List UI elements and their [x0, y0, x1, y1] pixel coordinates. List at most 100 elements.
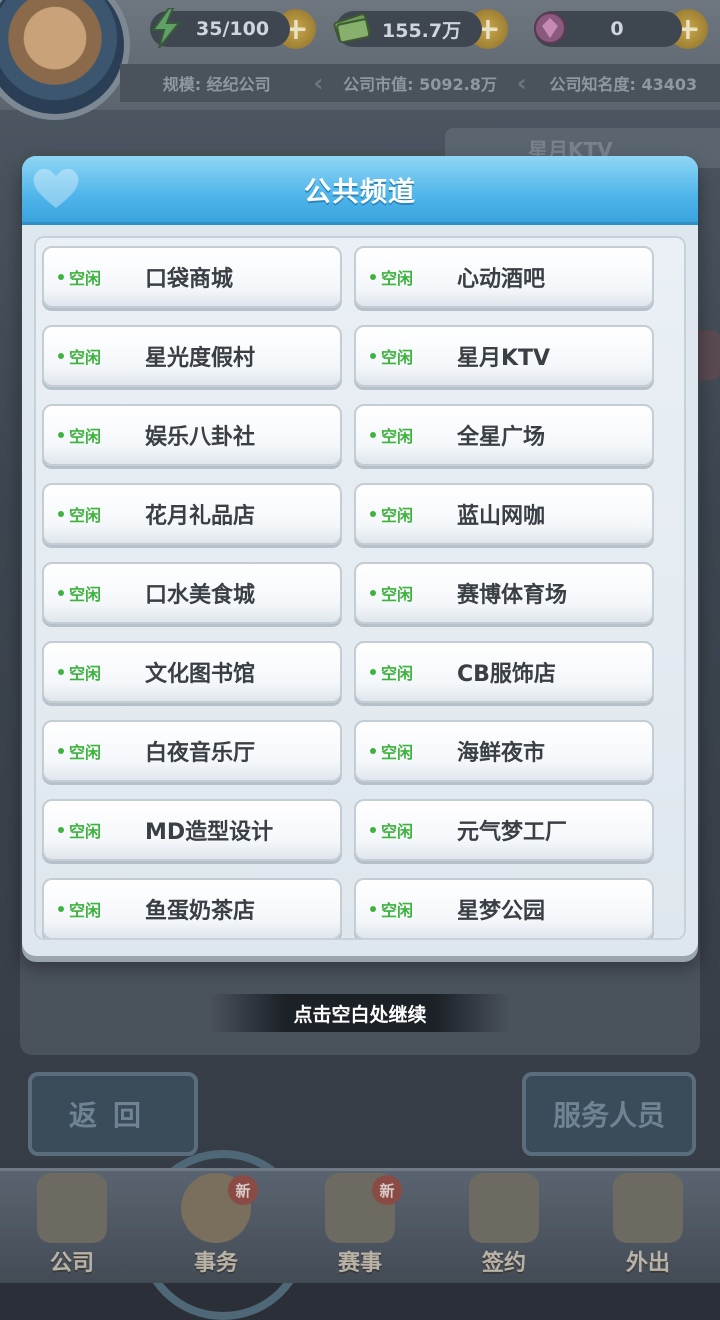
tap-to-continue-hint: 点击空白处继续	[210, 994, 510, 1032]
status-dot-icon	[58, 669, 64, 675]
channel-status: 空闲	[381, 901, 414, 920]
status-dot-icon	[58, 511, 64, 517]
nav-label: 赛事	[337, 1251, 382, 1276]
channel-status: 空闲	[381, 585, 414, 604]
nav-affairs[interactable]: 新 事务	[156, 1171, 276, 1283]
lightning-icon	[144, 5, 188, 51]
channel-item[interactable]: 空闲 文化图书馆	[42, 641, 342, 703]
new-badge: 新	[228, 1175, 258, 1205]
company-market-value: 公司市值: 5092.8万	[343, 75, 497, 94]
status-dot-icon	[58, 432, 64, 438]
nav-go-out[interactable]: 外出	[588, 1171, 708, 1283]
channel-status: 空闲	[381, 506, 414, 525]
channel-list[interactable]: 空闲 口袋商城 空闲 心动酒吧 空闲 星光度假村 空闲 星月KTV 空闲 娱乐八卦社 空闲 全星广场空…	[36, 238, 684, 938]
door-exit-icon	[613, 1173, 683, 1243]
status-dot-icon	[370, 827, 376, 833]
channel-name: 蓝山网咖	[457, 504, 546, 529]
channel-name: 口水美食城	[145, 583, 256, 608]
channel-name: 花月礼品店	[145, 504, 256, 529]
public-channel-dialog: 公共频道 空闲 口袋商城 空闲 心动酒吧 空闲 星光度假村 空闲 星月KTV 空闲 娱乐八卦社 空闲…	[22, 156, 698, 956]
energy-resource: 35/100 +	[150, 8, 316, 50]
channel-status: 空闲	[69, 822, 102, 841]
nav-label: 签约	[481, 1251, 526, 1276]
back-button[interactable]: 返回	[28, 1072, 198, 1156]
channel-name: 全星广场	[457, 425, 546, 450]
channel-item[interactable]: 空闲 星月KTV	[354, 325, 654, 387]
top-hud: 35/100 + 155.7万 + 0 + 规模: 经纪公司 ‹ 公司市值: 5…	[0, 0, 720, 120]
separator-chevron-icon: ‹	[313, 69, 324, 97]
channel-item[interactable]: 空闲 心动酒吧	[354, 246, 654, 308]
service-staff-button[interactable]: 服务人员	[522, 1072, 696, 1156]
channel-name: 白夜音乐厅	[145, 741, 256, 766]
channel-status: 空闲	[381, 743, 414, 762]
status-dot-icon	[370, 353, 376, 359]
company-building-icon	[37, 1173, 107, 1243]
channel-status: 空闲	[69, 427, 102, 446]
channel-name: MD造型设计	[145, 820, 274, 845]
nav-company[interactable]: 公司	[12, 1171, 132, 1283]
channel-name: 口袋商城	[145, 267, 234, 292]
bottom-navigation: 公司 新 事务 新 赛事 签约 外出	[0, 1168, 720, 1283]
channel-name: 海鲜夜市	[457, 741, 546, 766]
energy-value: 35/100	[196, 18, 270, 40]
channel-status: 空闲	[69, 269, 102, 288]
channel-status: 空闲	[381, 822, 414, 841]
channel-status: 空闲	[69, 585, 102, 604]
company-info-bar: 规模: 经纪公司 ‹ 公司市值: 5092.8万 ‹ 公司知名度: 43403	[120, 64, 720, 102]
channel-name: 鱼蛋奶茶店	[145, 899, 256, 924]
gem-icon	[528, 5, 572, 51]
nav-label: 事务	[193, 1251, 238, 1276]
channel-name: CB服饰店	[457, 662, 556, 687]
status-dot-icon	[370, 274, 376, 280]
dialog-title: 公共频道	[304, 176, 416, 208]
channel-item[interactable]: 空闲 鱼蛋奶茶店	[42, 878, 342, 938]
channel-item[interactable]: 空闲 MD造型设计	[42, 799, 342, 861]
channel-item[interactable]: 空闲 星梦公园	[354, 878, 654, 938]
status-dot-icon	[58, 748, 64, 754]
channel-item[interactable]: 空闲 元气梦工厂	[354, 799, 654, 861]
channel-name: 星光度假村	[145, 346, 256, 371]
status-dot-icon	[58, 827, 64, 833]
nav-sign[interactable]: 签约	[444, 1171, 564, 1283]
channel-item[interactable]: 空闲 CB服饰店	[354, 641, 654, 703]
dialog-header: 公共频道	[22, 156, 698, 225]
company-fame: 公司知名度: 43403	[549, 75, 698, 94]
channel-status: 空闲	[69, 743, 102, 762]
channel-item[interactable]: 空闲 娱乐八卦社	[42, 404, 342, 466]
channel-item[interactable]: 空闲 星光度假村	[42, 325, 342, 387]
channel-name: 心动酒吧	[457, 267, 546, 292]
channel-item[interactable]: 空闲 蓝山网咖	[354, 483, 654, 545]
gem-value: 0	[610, 18, 624, 40]
company-scale: 规模: 经纪公司	[162, 75, 271, 94]
channel-name: 星梦公园	[457, 899, 546, 924]
new-badge: 新	[372, 1175, 402, 1205]
status-dot-icon	[370, 748, 376, 754]
channel-item[interactable]: 空闲 花月礼品店	[42, 483, 342, 545]
separator-chevron-icon: ‹	[516, 69, 527, 97]
channel-item[interactable]: 空闲 海鲜夜市	[354, 720, 654, 782]
player-avatar[interactable]	[0, 0, 130, 120]
status-dot-icon	[370, 432, 376, 438]
channel-name: 赛博体育场	[457, 583, 568, 608]
nav-events[interactable]: 新 赛事	[300, 1171, 420, 1283]
channel-status: 空闲	[381, 427, 414, 446]
status-dot-icon	[370, 590, 376, 596]
channel-status: 空闲	[69, 901, 102, 920]
channel-item[interactable]: 空闲 口袋商城	[42, 246, 342, 308]
gem-resource: 0 +	[534, 8, 708, 50]
channel-item[interactable]: 空闲 全星广场	[354, 404, 654, 466]
status-dot-icon	[58, 274, 64, 280]
status-dot-icon	[370, 906, 376, 912]
status-dot-icon	[370, 511, 376, 517]
money-value: 155.7万	[382, 19, 462, 42]
channel-status: 空闲	[69, 506, 102, 525]
money-resource: 155.7万 +	[333, 8, 508, 50]
channel-item[interactable]: 空闲 口水美食城	[42, 562, 342, 624]
channel-status: 空闲	[69, 664, 102, 683]
channel-list-frame: 空闲 口袋商城 空闲 心动酒吧 空闲 星光度假村 空闲 星月KTV 空闲 娱乐八卦社 空闲 全星广场空…	[34, 236, 686, 940]
channel-status: 空闲	[381, 348, 414, 367]
nav-label: 公司	[49, 1251, 94, 1276]
contract-hand-icon	[469, 1173, 539, 1243]
channel-item[interactable]: 空闲 白夜音乐厅	[42, 720, 342, 782]
channel-item[interactable]: 空闲 赛博体育场	[354, 562, 654, 624]
